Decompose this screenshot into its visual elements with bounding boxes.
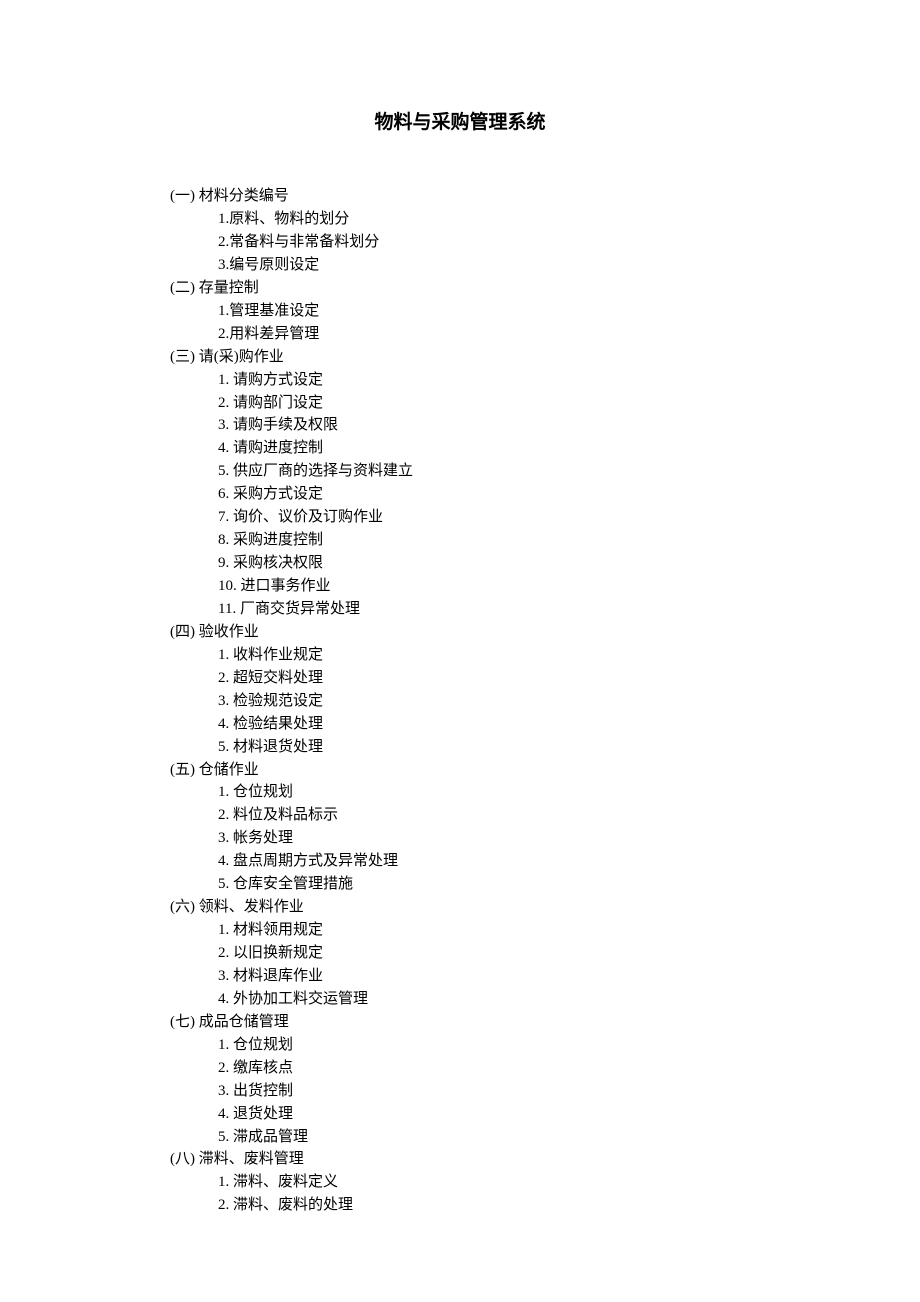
list-item: 3. 请购手续及权限 [170, 414, 750, 437]
list-item: 3. 出货控制 [170, 1080, 750, 1103]
list-item: 2.常备料与非常备料划分 [170, 231, 750, 254]
list-item: 4. 退货处理 [170, 1103, 750, 1126]
list-item: 2. 滞料、废料的处理 [170, 1194, 750, 1217]
list-item: 1. 仓位规划 [170, 1034, 750, 1057]
section-header: (四) 验收作业 [170, 621, 750, 644]
list-item: 6. 采购方式设定 [170, 483, 750, 506]
list-item: 4. 请购进度控制 [170, 437, 750, 460]
list-item: 11. 厂商交货异常处理 [170, 598, 750, 621]
list-item: 4. 盘点周期方式及异常处理 [170, 850, 750, 873]
list-item: 3. 帐务处理 [170, 827, 750, 850]
list-item: 4. 检验结果处理 [170, 713, 750, 736]
section-header: (二) 存量控制 [170, 277, 750, 300]
section-header: (八) 滞料、废料管理 [170, 1148, 750, 1171]
list-item: 5. 滞成品管理 [170, 1126, 750, 1149]
page-container: 物料与采购管理系统 (一) 材料分类编号1.原料、物料的划分2.常备料与非常备料… [0, 0, 920, 1217]
section-header: (三) 请(采)购作业 [170, 346, 750, 369]
list-item: 2. 缴库核点 [170, 1057, 750, 1080]
list-item: 3. 材料退库作业 [170, 965, 750, 988]
document-title: 物料与采购管理系统 [170, 108, 750, 137]
list-item: 2. 以旧换新规定 [170, 942, 750, 965]
list-item: 1. 材料领用规定 [170, 919, 750, 942]
list-item: 10. 进口事务作业 [170, 575, 750, 598]
section-header: (五) 仓储作业 [170, 759, 750, 782]
section-header: (七) 成品仓储管理 [170, 1011, 750, 1034]
list-item: 3. 检验规范设定 [170, 690, 750, 713]
list-item: 2. 请购部门设定 [170, 392, 750, 415]
list-item: 2. 料位及料品标示 [170, 804, 750, 827]
list-item: 1. 滞料、废料定义 [170, 1171, 750, 1194]
list-item: 1. 仓位规划 [170, 781, 750, 804]
list-item: 4. 外协加工料交运管理 [170, 988, 750, 1011]
list-item: 1. 收料作业规定 [170, 644, 750, 667]
section-header: (六) 领料、发料作业 [170, 896, 750, 919]
section-header: (一) 材料分类编号 [170, 185, 750, 208]
list-item: 1. 请购方式设定 [170, 369, 750, 392]
list-item: 2.用料差异管理 [170, 323, 750, 346]
list-item: 5. 材料退货处理 [170, 736, 750, 759]
list-item: 2. 超短交料处理 [170, 667, 750, 690]
list-item: 7. 询价、议价及订购作业 [170, 506, 750, 529]
list-item: 9. 采购核决权限 [170, 552, 750, 575]
list-item: 5. 仓库安全管理措施 [170, 873, 750, 896]
list-item: 3.编号原则设定 [170, 254, 750, 277]
list-item: 1.管理基准设定 [170, 300, 750, 323]
outline-container: (一) 材料分类编号1.原料、物料的划分2.常备料与非常备料划分3.编号原则设定… [170, 185, 750, 1217]
list-item: 1.原料、物料的划分 [170, 208, 750, 231]
list-item: 5. 供应厂商的选择与资料建立 [170, 460, 750, 483]
list-item: 8. 采购进度控制 [170, 529, 750, 552]
